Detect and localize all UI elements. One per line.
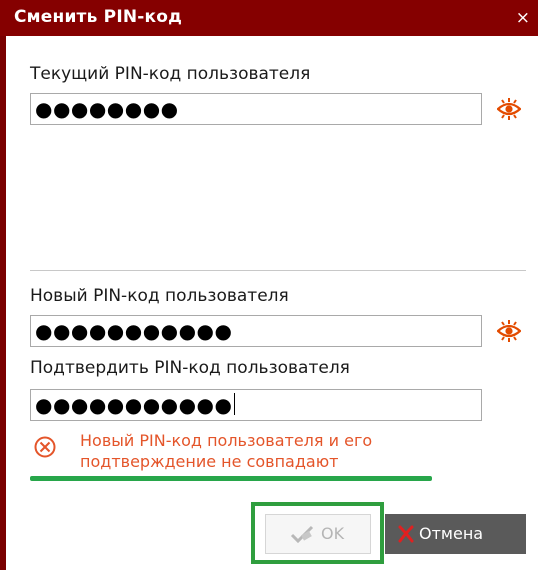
confirm-pin-value: ●●●●●●●●●●● [35,393,233,417]
current-pin-value: ●●●●●●●● [35,97,179,121]
dialog-title: Сменить PIN-код [14,7,183,27]
close-icon[interactable]: × [516,8,530,28]
ok-button[interactable]: OK [265,514,371,554]
current-pin-label: Текущий PIN-код пользователя [30,64,311,84]
eye-reveal-icon[interactable] [497,320,521,342]
pin-mismatch-error: Новый PIN-код пользователя и его подтвер… [80,430,372,472]
confirm-pin-field[interactable]: ●●●●●●●●●●● [30,389,482,421]
cancel-button[interactable]: Отмена [385,514,526,554]
confirm-pin-label: Подтвердить PIN-код пользователя [30,358,350,378]
error-circle-x-icon [34,436,56,458]
new-pin-field[interactable]: ●●●●●●●●●●● [30,315,482,347]
new-pin-label: Новый PIN-код пользователя [30,286,289,306]
current-pin-field[interactable]: ●●●●●●●● [30,93,482,125]
change-pin-dialog: Сменить PIN-код × Текущий PIN-код пользо… [0,0,538,570]
red-x-icon [398,525,414,543]
ok-button-label: OK [321,524,345,543]
error-highlight-underline [30,476,432,481]
eye-reveal-icon[interactable] [497,98,521,120]
dialog-left-border [0,36,6,570]
error-line-1: Новый PIN-код пользователя и его [80,431,373,450]
cancel-button-label: Отмена [419,524,484,543]
new-pin-value: ●●●●●●●●●●● [35,319,233,343]
text-caret [234,393,236,415]
checkmark-pencil-icon [290,525,314,544]
section-divider [30,270,526,271]
dialog-titlebar: Сменить PIN-код × [0,0,538,36]
error-line-2: подтверждение не совпадают [80,452,339,471]
